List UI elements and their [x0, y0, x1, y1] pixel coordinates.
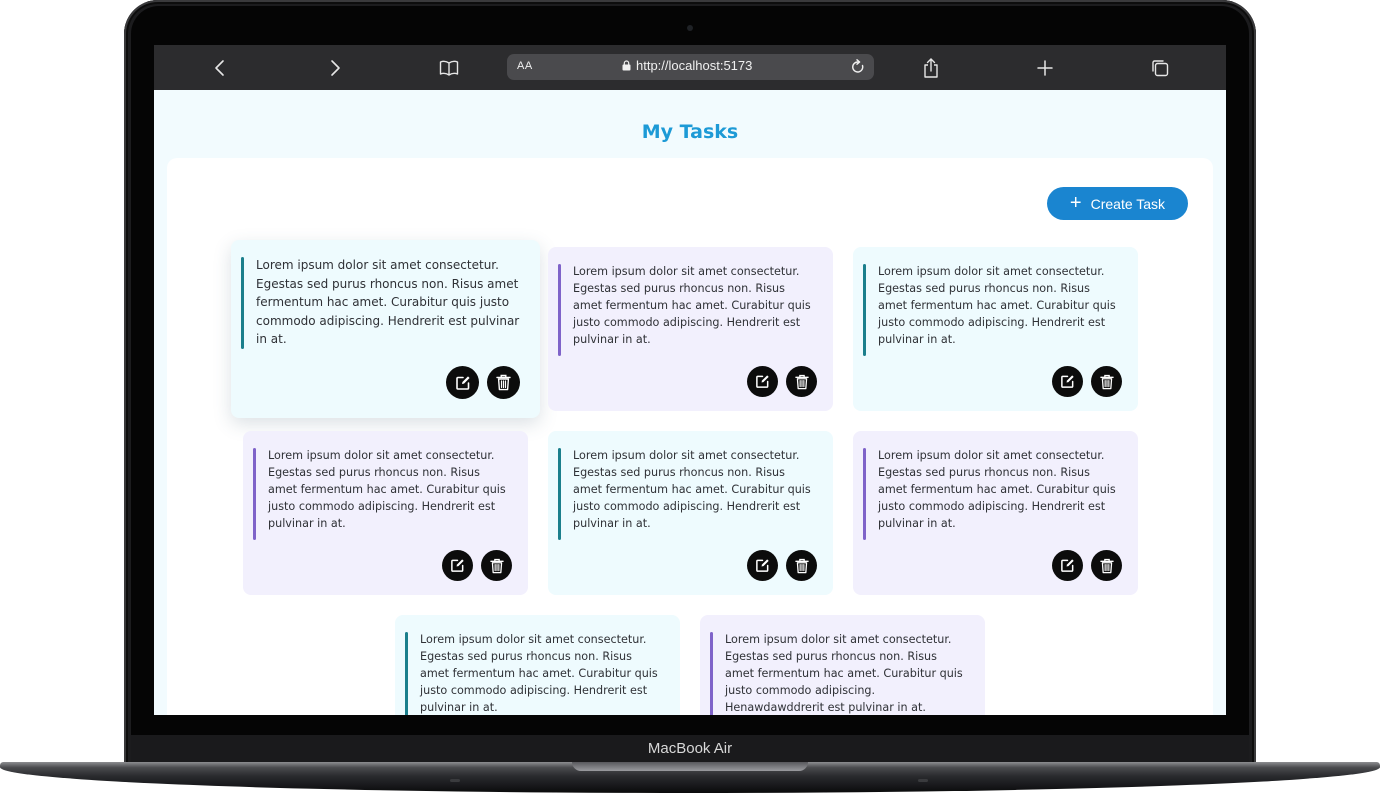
laptop-opening-notch [572, 762, 808, 771]
edit-task-button[interactable] [747, 550, 778, 581]
task-card[interactable]: Lorem ipsum dolor sit amet consectetur. … [853, 247, 1138, 411]
edit-icon [455, 375, 470, 390]
trash-icon [496, 374, 511, 391]
camera-icon [687, 25, 693, 31]
forward-icon [331, 60, 340, 76]
laptop-foot [918, 779, 928, 782]
back-button[interactable] [206, 54, 234, 82]
edit-icon [1061, 375, 1074, 388]
task-card[interactable]: Lorem ipsum dolor sit amet consectetur. … [243, 431, 528, 595]
task-text: Lorem ipsum dolor sit amet consectetur. … [256, 258, 520, 346]
task-text: Lorem ipsum dolor sit amet consectetur. … [420, 633, 658, 714]
bookmarks-button[interactable] [435, 54, 463, 82]
plus-icon: + [1069, 191, 1082, 214]
trash-icon [1099, 374, 1114, 389]
screen: AA http://localhost:5173 My Tasks + Crea… [154, 45, 1226, 715]
task-accent-bar [558, 264, 561, 356]
delete-task-button[interactable] [481, 550, 512, 581]
tabs-icon [1152, 60, 1169, 77]
create-task-button[interactable]: + Create Task [1047, 187, 1188, 220]
task-accent-bar [253, 448, 256, 540]
new-tab-button[interactable] [1031, 54, 1059, 82]
edit-task-button[interactable] [1052, 366, 1083, 397]
task-card[interactable]: Lorem ipsum dolor sit amet consectetur. … [395, 615, 680, 715]
delete-task-button[interactable] [786, 366, 817, 397]
page-title: My Tasks [641, 121, 739, 143]
delete-task-button[interactable] [786, 550, 817, 581]
task-card[interactable]: Lorem ipsum dolor sit amet consectetur. … [548, 431, 833, 595]
task-accent-bar [863, 264, 866, 356]
new-tab-icon [1037, 60, 1053, 76]
delete-task-button[interactable] [1091, 550, 1122, 581]
back-icon [215, 60, 224, 76]
task-card[interactable]: Lorem ipsum dolor sit amet consectetur. … [231, 240, 540, 418]
url-text: http://localhost:5173 [636, 58, 753, 73]
text-size-button[interactable]: AA [517, 60, 533, 72]
task-text: Lorem ipsum dolor sit amet consectetur. … [878, 265, 1116, 346]
task-accent-bar [558, 448, 561, 540]
trash-icon [489, 558, 504, 573]
trash-icon [794, 374, 809, 389]
task-accent-bar [710, 632, 713, 715]
delete-task-button[interactable] [1091, 366, 1122, 397]
task-accent-bar [405, 632, 408, 715]
task-text: Lorem ipsum dolor sit amet consectetur. … [573, 449, 811, 530]
task-text: Lorem ipsum dolor sit amet consectetur. … [573, 265, 811, 346]
bookmarks-icon [439, 60, 459, 76]
create-task-label: Create Task [1090, 195, 1166, 212]
reload-button[interactable] [848, 57, 868, 77]
tabs-overview-button[interactable] [1146, 54, 1174, 82]
task-card[interactable]: Lorem ipsum dolor sit amet consectetur. … [853, 431, 1138, 595]
edit-icon [756, 559, 769, 572]
edit-task-button[interactable] [1052, 550, 1083, 581]
trash-icon [794, 558, 809, 573]
task-card[interactable]: Lorem ipsum dolor sit amet consectetur. … [700, 615, 985, 715]
task-accent-bar [241, 257, 244, 349]
edit-task-button[interactable] [442, 550, 473, 581]
device-model-label: MacBook Air [647, 740, 733, 757]
edit-task-button[interactable] [747, 366, 778, 397]
task-card[interactable]: Lorem ipsum dolor sit amet consectetur. … [548, 247, 833, 411]
browser-toolbar: AA http://localhost:5173 [154, 45, 1226, 90]
forward-button[interactable] [321, 54, 349, 82]
edit-icon [1061, 559, 1074, 572]
share-icon [924, 58, 938, 78]
reload-icon [852, 59, 864, 73]
edit-icon [451, 559, 464, 572]
lock-icon [622, 60, 631, 71]
laptop-foot [450, 779, 460, 782]
trash-icon [1099, 558, 1114, 573]
address-bar[interactable]: AA http://localhost:5173 [507, 54, 874, 80]
task-text: Lorem ipsum dolor sit amet consectetur. … [878, 449, 1116, 530]
edit-icon [756, 375, 769, 388]
delete-task-button[interactable] [487, 366, 520, 399]
task-text: Lorem ipsum dolor sit amet consectetur. … [725, 633, 963, 714]
task-accent-bar [863, 448, 866, 540]
task-text: Lorem ipsum dolor sit amet consectetur. … [268, 449, 506, 530]
edit-task-button[interactable] [446, 366, 479, 399]
share-button[interactable] [917, 54, 945, 82]
